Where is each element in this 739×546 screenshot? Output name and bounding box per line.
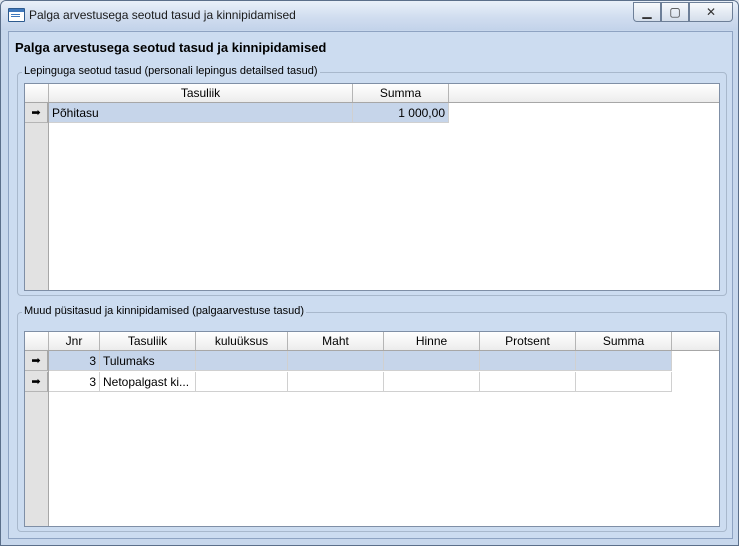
cell-hinne[interactable] (384, 372, 480, 392)
cell-summa[interactable] (576, 372, 672, 392)
cell-jnr[interactable]: 3 (49, 372, 100, 392)
other-pay-grid[interactable]: Jnr Tasuliik kuluüksus Maht Hinne Protse… (24, 331, 720, 527)
header-corner (25, 332, 49, 350)
column-header-protsent[interactable]: Protsent (480, 332, 576, 350)
cell-maht[interactable] (288, 372, 384, 392)
cell-maht[interactable] (288, 351, 384, 371)
other-pay-group: Muud püsitasud ja kinnipidamised (palgaa… (17, 305, 727, 532)
cell-hinne[interactable] (384, 351, 480, 371)
close-button[interactable]: ✕ (689, 2, 733, 22)
app-window-icon (8, 8, 25, 22)
maximize-button[interactable]: ▢ (661, 2, 689, 22)
column-header-kuluuksus[interactable]: kuluüksus (196, 332, 288, 350)
contract-pay-group: Lepinguga seotud tasud (personali leping… (17, 65, 727, 296)
cell-protsent[interactable] (480, 351, 576, 371)
contract-grid-header: Tasuliik Summa (25, 84, 719, 103)
cell-protsent[interactable] (480, 372, 576, 392)
window-title: Palga arvestusega seotud tasud ja kinnip… (29, 8, 296, 22)
contract-pay-grid[interactable]: Tasuliik Summa ➡ Põhitasu 1 000,00 (24, 83, 720, 291)
cell-kuluuksus[interactable] (196, 372, 288, 392)
maximize-icon: ▢ (669, 5, 681, 19)
minimize-button[interactable]: ▁ (633, 2, 661, 22)
cell-kuluuksus[interactable] (196, 351, 288, 371)
other-pay-group-label: Muud püsitasud ja kinnipidamised (palgaa… (22, 305, 307, 317)
dialog-window: Palga arvestusega seotud tasud ja kinnip… (0, 0, 739, 546)
page-title: Palga arvestusega seotud tasud ja kinnip… (15, 40, 327, 55)
cell-summa[interactable] (576, 351, 672, 371)
column-header-jnr[interactable]: Jnr (49, 332, 100, 350)
cell-tasuliik[interactable]: Netopalgast ki... (100, 372, 196, 392)
arrow-right-icon: ➡ (25, 351, 48, 371)
contract-pay-group-label: Lepinguga seotud tasud (personali leping… (22, 65, 320, 77)
cell-tasuliik[interactable]: Põhitasu (49, 103, 353, 123)
dialog-content: Palga arvestusega seotud tasud ja kinnip… (8, 31, 733, 539)
cell-tasuliik[interactable]: Tulumaks (100, 351, 196, 371)
column-header-hinne[interactable]: Hinne (384, 332, 480, 350)
cell-summa[interactable]: 1 000,00 (353, 103, 449, 123)
column-header-tasuliik[interactable]: Tasuliik (49, 84, 353, 102)
close-icon: ✕ (705, 5, 717, 19)
arrow-right-icon: ➡ (25, 372, 48, 392)
cell-jnr[interactable]: 3 (49, 351, 100, 371)
column-header-summa[interactable]: Summa (353, 84, 449, 102)
header-corner (25, 84, 49, 102)
column-header-summa[interactable]: Summa (576, 332, 672, 350)
column-header-maht[interactable]: Maht (288, 332, 384, 350)
minimize-icon: ▁ (642, 5, 652, 19)
other-grid-header: Jnr Tasuliik kuluüksus Maht Hinne Protse… (25, 332, 719, 351)
column-header-tasuliik[interactable]: Tasuliik (100, 332, 196, 350)
arrow-right-icon: ➡ (25, 103, 48, 123)
window-controls: ▁ ▢ ✕ (633, 2, 733, 22)
title-bar[interactable]: Palga arvestusega seotud tasud ja kinnip… (1, 1, 738, 30)
